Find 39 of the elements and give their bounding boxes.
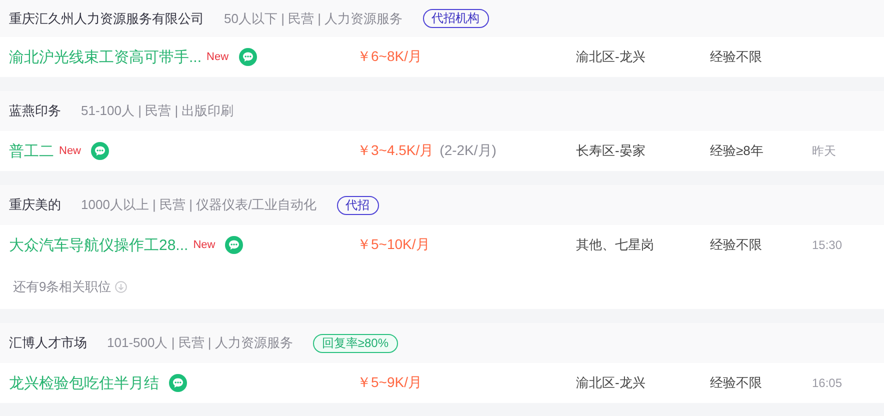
new-label: New xyxy=(59,145,82,157)
chat-icon[interactable] xyxy=(169,374,187,392)
experience-text: 经验不限 xyxy=(710,49,762,64)
more-jobs-link[interactable]: 还有9条相关职位 xyxy=(13,278,128,296)
location-text: 长寿区-晏家 xyxy=(576,143,646,158)
salary-text: ￥3~4.5K/月 xyxy=(357,142,434,158)
salary-text: ￥5~10K/月 xyxy=(357,236,430,252)
company-tag: 代招机构 xyxy=(422,9,489,28)
experience-text: 经验≥8年 xyxy=(710,143,764,158)
job-title-link[interactable]: 龙兴检验包吃住半月结 xyxy=(9,374,159,392)
location-text: 渝北区-龙兴 xyxy=(576,375,646,390)
new-label: New xyxy=(193,239,216,251)
company-name[interactable]: 汇博人才市场 xyxy=(9,334,87,352)
job-title-link[interactable]: 渝北沪光线束工资高可带手... xyxy=(9,48,202,66)
experience-text: 经验不限 xyxy=(710,375,762,390)
new-label: New xyxy=(206,51,229,63)
chat-icon[interactable] xyxy=(225,236,244,254)
company-tag: 回复率≥80% xyxy=(312,334,398,352)
company-info: 51-100人 | 民营 | 出版印刷 xyxy=(81,102,234,120)
company-name[interactable]: 重庆汇久州人力资源服务有限公司 xyxy=(9,10,204,28)
company-name[interactable]: 蓝燕印务 xyxy=(9,102,61,120)
company-info: 50人以下 | 民营 | 人力资源服务 xyxy=(224,10,403,28)
chat-icon[interactable] xyxy=(238,48,257,66)
post-time: 15:30 xyxy=(812,238,842,252)
salary-text: ￥5~9K/月 xyxy=(357,374,422,390)
company-info: 101-500人 | 民营 | 人力资源服务 xyxy=(107,334,293,352)
salary-note: (2-2K/月) xyxy=(440,142,496,158)
company-name[interactable]: 重庆美的 xyxy=(9,196,61,214)
company-tag: 代招 xyxy=(336,196,379,214)
post-time: 昨天 xyxy=(812,144,836,158)
location-text: 渝北区-龙兴 xyxy=(576,49,646,64)
job-title-link[interactable]: 普工二 xyxy=(9,142,54,160)
post-time: 16:05 xyxy=(812,376,842,390)
experience-text: 经验不限 xyxy=(710,237,762,252)
company-info: 1000人以上 | 民营 | 仪器仪表/工业自动化 xyxy=(81,196,317,214)
job-title-link[interactable]: 大众汽车导航仪操作工28... xyxy=(9,236,188,254)
salary-text: ￥6~8K/月 xyxy=(357,48,422,64)
location-text: 其他、七星岗 xyxy=(576,237,654,252)
chat-icon[interactable] xyxy=(91,142,110,160)
